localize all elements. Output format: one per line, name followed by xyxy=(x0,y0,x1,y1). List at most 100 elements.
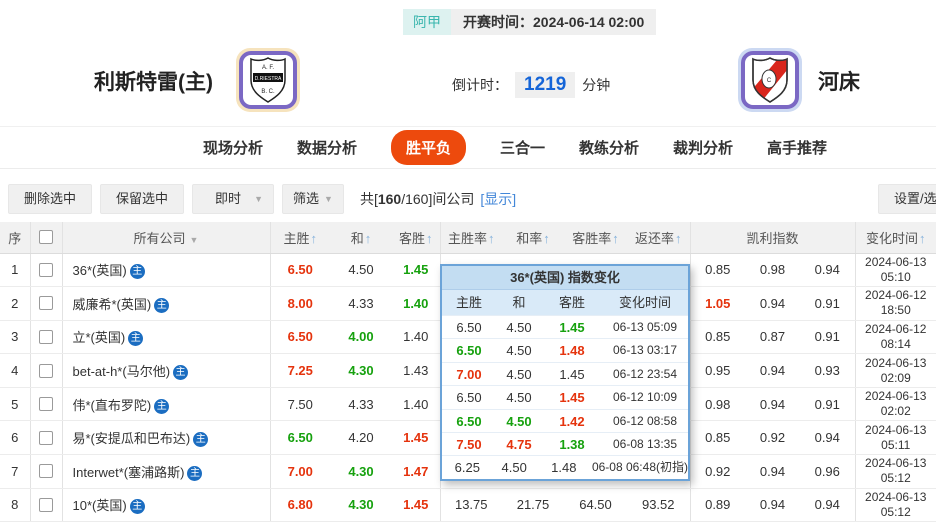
sort-up-icon: ↑ xyxy=(543,230,550,246)
row-checkbox-cell xyxy=(30,387,63,422)
kelly-index: 0.94 xyxy=(745,286,800,321)
row-checkbox[interactable] xyxy=(39,329,53,344)
tab-教练分析[interactable]: 教练分析 xyxy=(579,137,639,158)
column-header-和[interactable]: 和↑ xyxy=(330,222,392,254)
odds-draw: 4.30 xyxy=(330,454,392,489)
kelly-index: 0.85 xyxy=(690,420,745,456)
row-seq: 4 xyxy=(0,353,31,388)
settings-button[interactable]: 设置/选 xyxy=(878,184,936,214)
company-name[interactable]: bet-at-h*(马尔他) xyxy=(73,364,171,379)
sort-up-icon: ↑ xyxy=(364,230,372,246)
away-team-name: 河床 xyxy=(818,71,860,94)
company-name[interactable]: Interwet*(塞浦路斯) xyxy=(73,465,185,480)
odds-away-win: 1.40 xyxy=(392,286,441,321)
column-header-返还率[interactable]: 返还率↑ xyxy=(627,222,691,254)
popup-row: 6.25 4.50 1.48 06-08 06:48(初指) xyxy=(442,455,688,479)
kelly-index: 0.94 xyxy=(745,488,800,522)
chevron-down-icon: ▼ xyxy=(324,194,333,204)
odds-mode-dropdown[interactable]: 即时 ▼ xyxy=(192,184,275,214)
change-clock: 05:12 xyxy=(880,504,911,519)
column-header-变化时间[interactable]: 变化时间↑ xyxy=(855,222,936,254)
popup-header-row: 主胜 和 客胜 变化时间 xyxy=(442,290,688,315)
odds-draw: 4.20 xyxy=(330,420,392,456)
column-header-label: 客胜率 xyxy=(572,230,612,246)
row-checkbox[interactable] xyxy=(39,296,53,311)
delete-selected-button[interactable]: 删除选中 xyxy=(8,184,93,214)
column-header-label: 凯利指数 xyxy=(746,230,799,246)
company-name[interactable]: 36*(英国) xyxy=(73,263,127,278)
kelly-index: 0.96 xyxy=(800,454,856,489)
company-cell: 威廉希*(英国) 主 xyxy=(62,286,271,321)
table-header-row: 序所有公司 ▼ 主胜↑ 和↑ 客胜↑ 主胜率↑ 和率↑ 客胜率↑ 返还率↑ 凯利指数 变化时间↑ xyxy=(0,222,936,254)
popup-row: 7.50 4.75 1.38 06-08 13:35 xyxy=(442,431,688,456)
change-clock: 02:02 xyxy=(880,404,911,419)
column-header-所有公司[interactable]: 所有公司 ▼ xyxy=(62,222,271,254)
row-checkbox[interactable] xyxy=(39,430,53,445)
select-all-checkbox[interactable] xyxy=(39,230,53,245)
filter-label: 筛选 xyxy=(293,191,320,206)
popup-change-time: 06-08 06:48(初指) xyxy=(591,460,688,475)
kelly-index: 0.89 xyxy=(690,488,745,522)
table-toolbar: 删除选中 保留选中 即时 ▼ 筛选 ▼ 共[160/160]间公司 [显示] xyxy=(8,184,516,214)
column-header-label: 主胜率 xyxy=(447,230,487,246)
main-company-icon: 主 xyxy=(187,465,203,481)
odds-mode-value: 即时 xyxy=(215,191,242,206)
company-name[interactable]: 10*(英国) xyxy=(73,498,127,513)
kelly-index: 0.91 xyxy=(800,387,856,422)
kickoff-time: 开赛时间：2024-06-14 02:00 xyxy=(451,9,657,35)
company-cell: 立*(英国) 主 xyxy=(62,320,271,355)
tab-高手推荐[interactable]: 高手推荐 xyxy=(767,137,827,158)
change-time: 2024-06-13 05:10 xyxy=(855,253,936,288)
main-company-icon: 主 xyxy=(129,264,145,280)
row-checkbox[interactable] xyxy=(39,262,53,277)
company-count-number: 160 xyxy=(377,191,402,207)
odds-home-win: 6.50 xyxy=(456,343,482,359)
odds-draw: 4.75 xyxy=(506,436,532,452)
tab-数据分析[interactable]: 数据分析 xyxy=(297,137,357,158)
change-clock: 05:12 xyxy=(880,471,911,486)
column-header-和率[interactable]: 和率↑ xyxy=(502,222,564,254)
tab-裁判分析[interactable]: 裁判分析 xyxy=(673,137,733,158)
row-checkbox[interactable] xyxy=(39,497,53,512)
odds-away-win: 1.45 xyxy=(392,420,441,456)
tab-现场分析[interactable]: 现场分析 xyxy=(203,137,263,158)
company-name[interactable]: 威廉希*(英国) xyxy=(73,297,152,312)
row-checkbox-cell xyxy=(30,353,63,388)
odds-home-win: 7.00 xyxy=(456,366,482,382)
change-time: 2024-06-12 08:14 xyxy=(855,320,936,355)
change-clock: 02:09 xyxy=(880,370,911,385)
company-name[interactable]: 立*(英国) xyxy=(73,330,126,345)
popup-column-header: 客胜 xyxy=(558,295,585,310)
row-seq: 1 xyxy=(0,253,31,288)
company-name[interactable]: 伟*(直布罗陀) xyxy=(73,398,152,413)
column-header-主胜[interactable]: 主胜↑ xyxy=(270,222,330,254)
tab-三合一[interactable]: 三合一 xyxy=(500,137,545,158)
rate-value: 21.75 xyxy=(502,488,564,522)
kelly-index: 0.92 xyxy=(745,420,800,456)
row-checkbox[interactable] xyxy=(39,397,53,412)
row-checkbox[interactable] xyxy=(39,363,53,378)
change-time: 2024-06-13 02:02 xyxy=(855,387,936,422)
kelly-index: 0.94 xyxy=(745,454,800,489)
column-header-checkbox[interactable] xyxy=(30,222,63,254)
filter-dropdown[interactable]: 筛选 ▼ xyxy=(282,184,344,214)
column-header-主胜率[interactable]: 主胜率↑ xyxy=(440,222,502,254)
company-name[interactable]: 易*(安提瓜和巴布达) xyxy=(73,431,191,446)
column-header-客胜率[interactable]: 客胜率↑ xyxy=(564,222,627,254)
column-header-label: 客胜 xyxy=(398,230,425,246)
keep-selected-button[interactable]: 保留选中 xyxy=(100,184,185,214)
odds-away-win: 1.43 xyxy=(392,353,441,388)
change-date: 2024-06-12 xyxy=(865,321,927,336)
row-checkbox[interactable] xyxy=(39,464,53,479)
odds-away-win: 1.45 xyxy=(559,320,585,335)
odds-away-win: 1.45 xyxy=(559,390,585,406)
svg-text:C: C xyxy=(767,78,772,84)
column-header-客胜[interactable]: 客胜↑ xyxy=(392,222,441,254)
show-link[interactable]: [显示] xyxy=(480,191,516,207)
table-row: 8 10*(英国) 主 6.80 4.30 1.45 13.75 21.75 64.50 93.5… xyxy=(0,488,936,522)
column-header-label: 变化时间 xyxy=(865,230,918,246)
odds-home-win: 7.50 xyxy=(270,387,330,422)
tab-胜平负[interactable]: 胜平负 xyxy=(390,130,466,165)
popup-title: 36*(英国) 指数变化 xyxy=(442,266,688,290)
kelly-index: 1.05 xyxy=(690,286,745,321)
